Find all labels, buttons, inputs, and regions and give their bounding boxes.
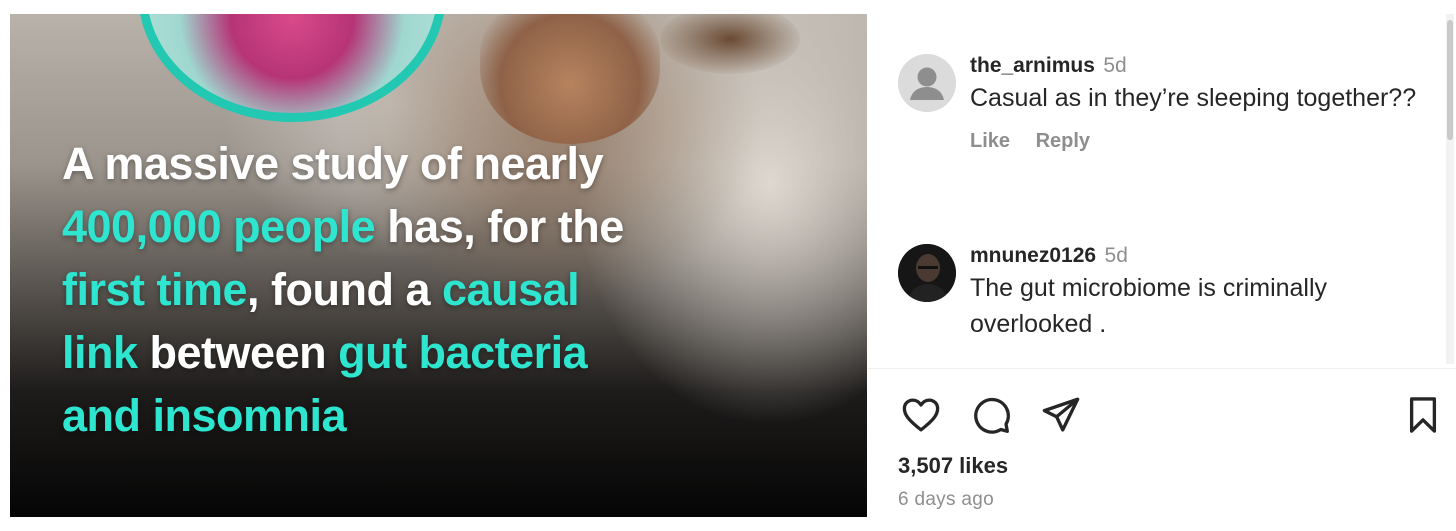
comment-actions: Like Reply bbox=[970, 130, 1430, 153]
headline-part: A massive study of nearly bbox=[62, 138, 604, 189]
bookmark-icon bbox=[1409, 397, 1437, 433]
instagram-post-frame: A massive study of nearly 400,000 people… bbox=[0, 0, 1456, 531]
headline-part: between bbox=[137, 327, 339, 378]
headline-highlight: gut bacteria bbox=[338, 327, 588, 378]
comment-reply-button[interactable]: Reply bbox=[1036, 130, 1090, 152]
comment-text: Casual as in they’re sleeping together?? bbox=[970, 84, 1417, 112]
bookmark-button[interactable] bbox=[1400, 392, 1446, 438]
post-action-bar bbox=[898, 392, 1446, 438]
comment-like-button[interactable]: Like bbox=[970, 130, 1010, 152]
default-avatar-icon[interactable] bbox=[898, 54, 956, 112]
heart-icon bbox=[902, 398, 940, 432]
comment-time[interactable]: 5d bbox=[1105, 244, 1128, 267]
post-headline: A massive study of nearly 400,000 people… bbox=[62, 132, 742, 447]
comment-username[interactable]: mnunez0126 bbox=[970, 244, 1096, 267]
scrollbar-thumb[interactable] bbox=[1447, 20, 1453, 140]
comment-username[interactable]: the_arnimus bbox=[970, 54, 1095, 77]
hair-illustration bbox=[660, 14, 800, 74]
section-divider bbox=[868, 368, 1456, 369]
avatar[interactable] bbox=[898, 244, 956, 302]
headline-part: has, for the bbox=[375, 201, 624, 252]
headline-part: , found a bbox=[247, 264, 443, 315]
comment-body: mnunez0126 5d The gut microbiome is crim… bbox=[970, 244, 1430, 342]
hands-illustration bbox=[480, 14, 660, 144]
post-image[interactable]: A massive study of nearly 400,000 people… bbox=[10, 14, 867, 517]
share-button[interactable] bbox=[1038, 392, 1084, 438]
headline-highlight: link bbox=[62, 327, 138, 378]
headline-highlight: causal bbox=[442, 264, 580, 315]
comment-text: The gut microbiome is criminally overloo… bbox=[970, 274, 1328, 338]
comment-time[interactable]: 5d bbox=[1103, 54, 1126, 77]
default-avatar-icon bbox=[898, 54, 956, 112]
headline-highlight: 400,000 people bbox=[62, 201, 376, 252]
likes-count[interactable]: 3,507 likes bbox=[898, 453, 1008, 479]
user-photo-avatar bbox=[898, 244, 956, 302]
comment-body: the_arnimus 5d Casual as in they’re slee… bbox=[970, 54, 1430, 153]
like-button[interactable] bbox=[898, 392, 944, 438]
petri-dish-illustration bbox=[138, 14, 446, 122]
headline-highlight: first time bbox=[62, 264, 248, 315]
comment-icon bbox=[974, 397, 1010, 434]
comment-button[interactable] bbox=[968, 392, 1014, 438]
share-icon bbox=[1042, 397, 1080, 432]
headline-highlight: and insomnia bbox=[62, 390, 347, 441]
post-timestamp[interactable]: 6 days ago bbox=[898, 489, 994, 511]
